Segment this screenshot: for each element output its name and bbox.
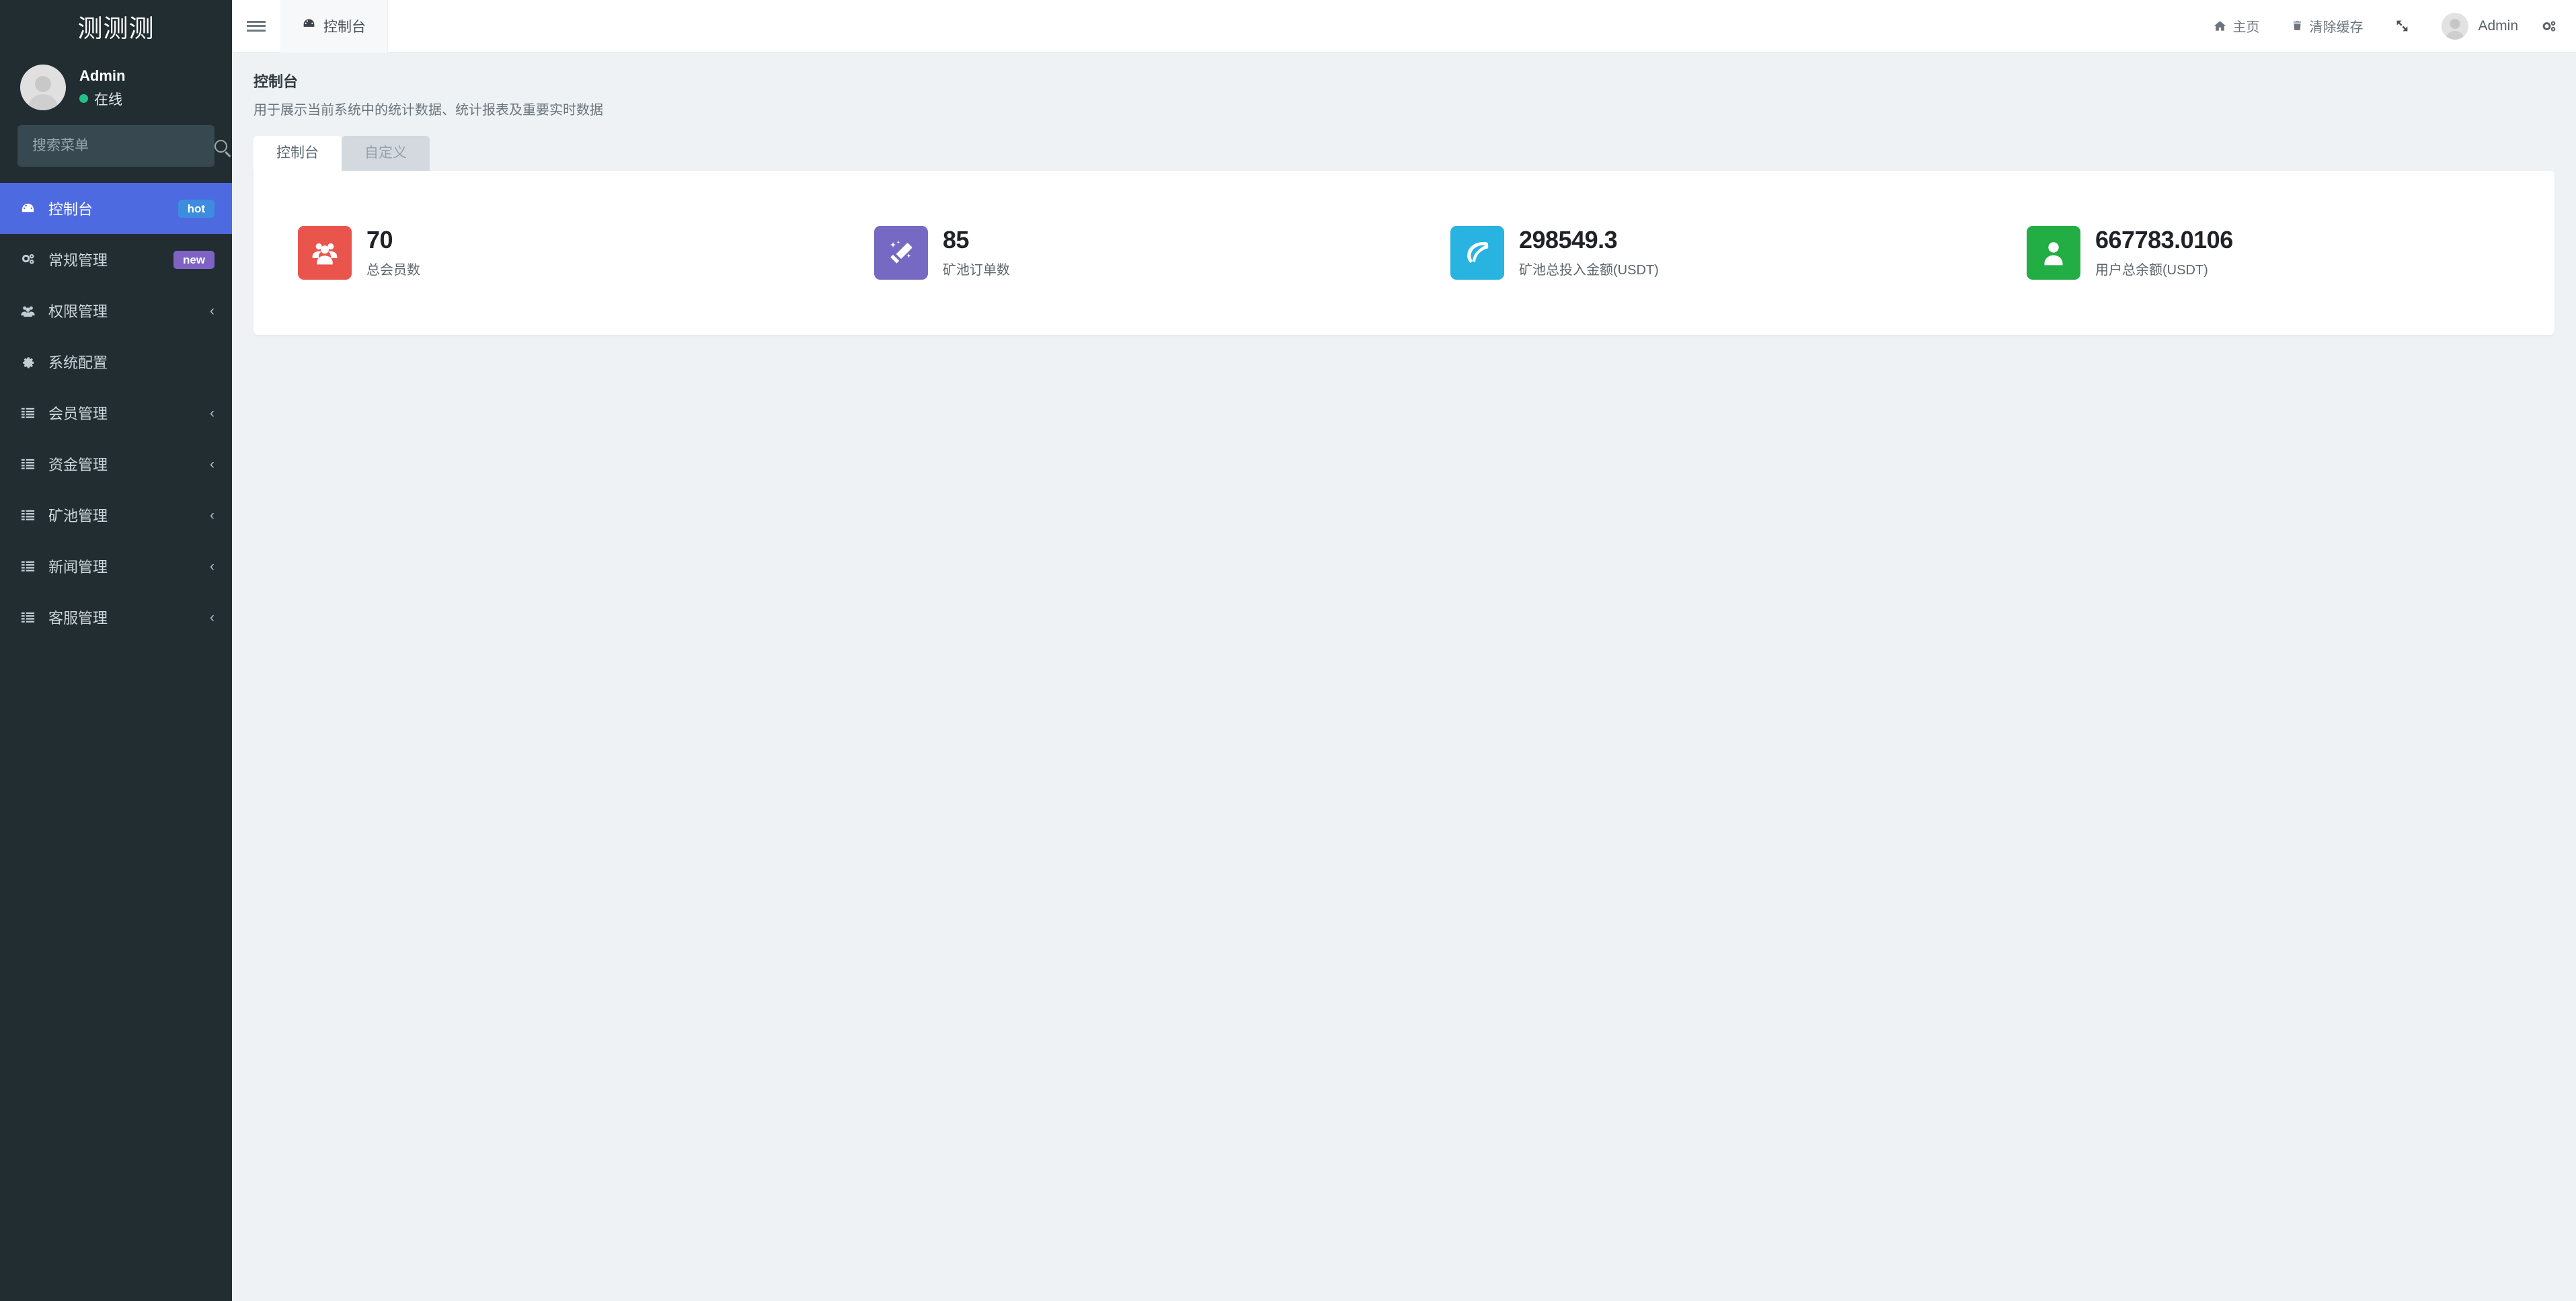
sidebar-user-status: 在线 <box>94 89 122 109</box>
online-status-dot <box>79 94 88 103</box>
avatar <box>20 65 66 110</box>
header-action-home[interactable]: 主页 <box>2197 16 2275 36</box>
stat-value: 298549.3 <box>1519 227 1659 253</box>
users-icon <box>20 303 48 319</box>
header-user-name: Admin <box>2478 18 2518 34</box>
chevron-left-icon: ‹ <box>210 457 214 471</box>
home-icon <box>2214 19 2226 32</box>
stat-value: 70 <box>366 227 420 253</box>
header-settings-button[interactable] <box>2532 19 2557 34</box>
sidebar-item-badge: new <box>173 251 214 269</box>
sidebar-item-label: 权限管理 <box>48 300 210 321</box>
sidebar-user-name: Admin <box>79 66 125 86</box>
stat-card-4: 667783.0106 用户总余额(USDT) <box>1978 226 2554 280</box>
list-icon <box>20 457 48 472</box>
sidebar-item-6[interactable]: 资金管理‹ <box>0 438 232 489</box>
stat-value: 667783.0106 <box>2095 227 2233 253</box>
sidebar-item-label: 系统配置 <box>48 351 214 372</box>
chevron-left-icon: ‹ <box>210 304 214 318</box>
chevron-left-icon: ‹ <box>210 559 214 574</box>
header-tab-label: 控制台 <box>323 16 366 36</box>
avatar <box>2442 13 2468 40</box>
header-action-fullscreen[interactable] <box>2379 19 2425 33</box>
page-tab-2[interactable]: 自定义 <box>342 136 430 171</box>
sidebar-item-label: 客服管理 <box>48 606 210 628</box>
sidebar-item-label: 常规管理 <box>48 249 173 270</box>
sidebar-item-label: 资金管理 <box>48 453 210 475</box>
search-input[interactable] <box>32 138 214 154</box>
sidebar-item-8[interactable]: 新闻管理‹ <box>0 541 232 592</box>
stat-card-3: 298549.3 矿池总投入金额(USDT) <box>1402 226 1978 280</box>
stat-card-2: 85 矿池订单数 <box>826 226 1402 280</box>
sidebar-item-label: 矿池管理 <box>48 504 210 526</box>
stat-card-1: 70 总会员数 <box>253 226 826 280</box>
stat-label: 总会员数 <box>366 259 420 278</box>
stat-label: 矿池订单数 <box>943 259 1010 278</box>
header-action-clear-cache[interactable]: 清除缓存 <box>2275 16 2379 36</box>
gear-icon <box>20 354 48 370</box>
trash-icon <box>2292 19 2303 32</box>
page-tab-bar: 控制台自定义 <box>253 136 2576 171</box>
header-tab-1[interactable]: 控制台 <box>280 0 388 52</box>
main-content: 控制台 用于展示当前系统中的统计数据、统计报表及重要实时数据 控制台自定义 70… <box>232 52 2576 1301</box>
list-icon <box>20 508 48 523</box>
users-group-icon <box>298 226 352 280</box>
user-icon <box>2027 226 2080 280</box>
dashboard-icon <box>302 17 316 35</box>
fullscreen-icon <box>2395 19 2409 33</box>
search-icon <box>214 140 227 153</box>
page-tab-1[interactable]: 控制台 <box>253 136 342 171</box>
sidebar-item-1[interactable]: 控制台hot <box>0 183 232 234</box>
header-action-home-label: 主页 <box>2232 16 2259 36</box>
top-header: 控制台 主页 清除缓存 Admin <box>232 0 2576 52</box>
leaf-icon <box>1450 226 1504 280</box>
stats-panel: 70 总会员数 85 矿池订单数 298549.3 矿池总投入金额(USDT) 667783… <box>253 171 2554 335</box>
chevron-left-icon: ‹ <box>210 508 214 522</box>
header-user-menu[interactable]: Admin <box>2425 13 2532 40</box>
header-action-clear-cache-label: 清除缓存 <box>2309 16 2363 36</box>
list-icon <box>20 405 48 421</box>
magic-wand-icon <box>874 226 928 280</box>
sidebar-item-label: 会员管理 <box>48 402 210 424</box>
sidebar-item-4[interactable]: 系统配置 <box>0 336 232 387</box>
brand-title: 测测测 <box>0 0 232 52</box>
chevron-left-icon: ‹ <box>210 610 214 625</box>
sidebar-item-5[interactable]: 会员管理‹ <box>0 387 232 438</box>
cogs-icon <box>20 252 48 268</box>
menu-search-box[interactable] <box>17 125 214 167</box>
settings-cogs-icon <box>2541 19 2557 34</box>
sidebar-item-7[interactable]: 矿池管理‹ <box>0 489 232 541</box>
sidebar-item-9[interactable]: 客服管理‹ <box>0 592 232 643</box>
stat-label: 用户总余额(USDT) <box>2095 259 2233 278</box>
sidebar-item-2[interactable]: 常规管理new <box>0 234 232 285</box>
sidebar-item-label: 新闻管理 <box>48 555 210 577</box>
list-icon <box>20 610 48 625</box>
sidebar-menu: 控制台hot常规管理new权限管理‹系统配置会员管理‹资金管理‹矿池管理‹新闻管… <box>0 183 232 643</box>
stat-value: 85 <box>943 227 1010 253</box>
sidebar: 测测测 Admin 在线 控制台hot常规管理new权限管理‹系统配置会员管理‹… <box>0 0 232 1301</box>
sidebar-item-label: 控制台 <box>48 198 178 219</box>
page-description: 用于展示当前系统中的统计数据、统计报表及重要实时数据 <box>253 99 2576 118</box>
list-icon <box>20 559 48 574</box>
stat-label: 矿池总投入金额(USDT) <box>1519 259 1659 278</box>
header-tab-bar: 控制台 <box>280 0 388 52</box>
hamburger-icon[interactable] <box>232 0 280 52</box>
sidebar-user-profile[interactable]: Admin 在线 <box>0 52 232 122</box>
sidebar-item-3[interactable]: 权限管理‹ <box>0 285 232 336</box>
sidebar-item-badge: hot <box>178 200 214 218</box>
chevron-left-icon: ‹ <box>210 406 214 420</box>
page-title: 控制台 <box>253 70 2576 91</box>
dashboard-icon <box>20 201 48 216</box>
